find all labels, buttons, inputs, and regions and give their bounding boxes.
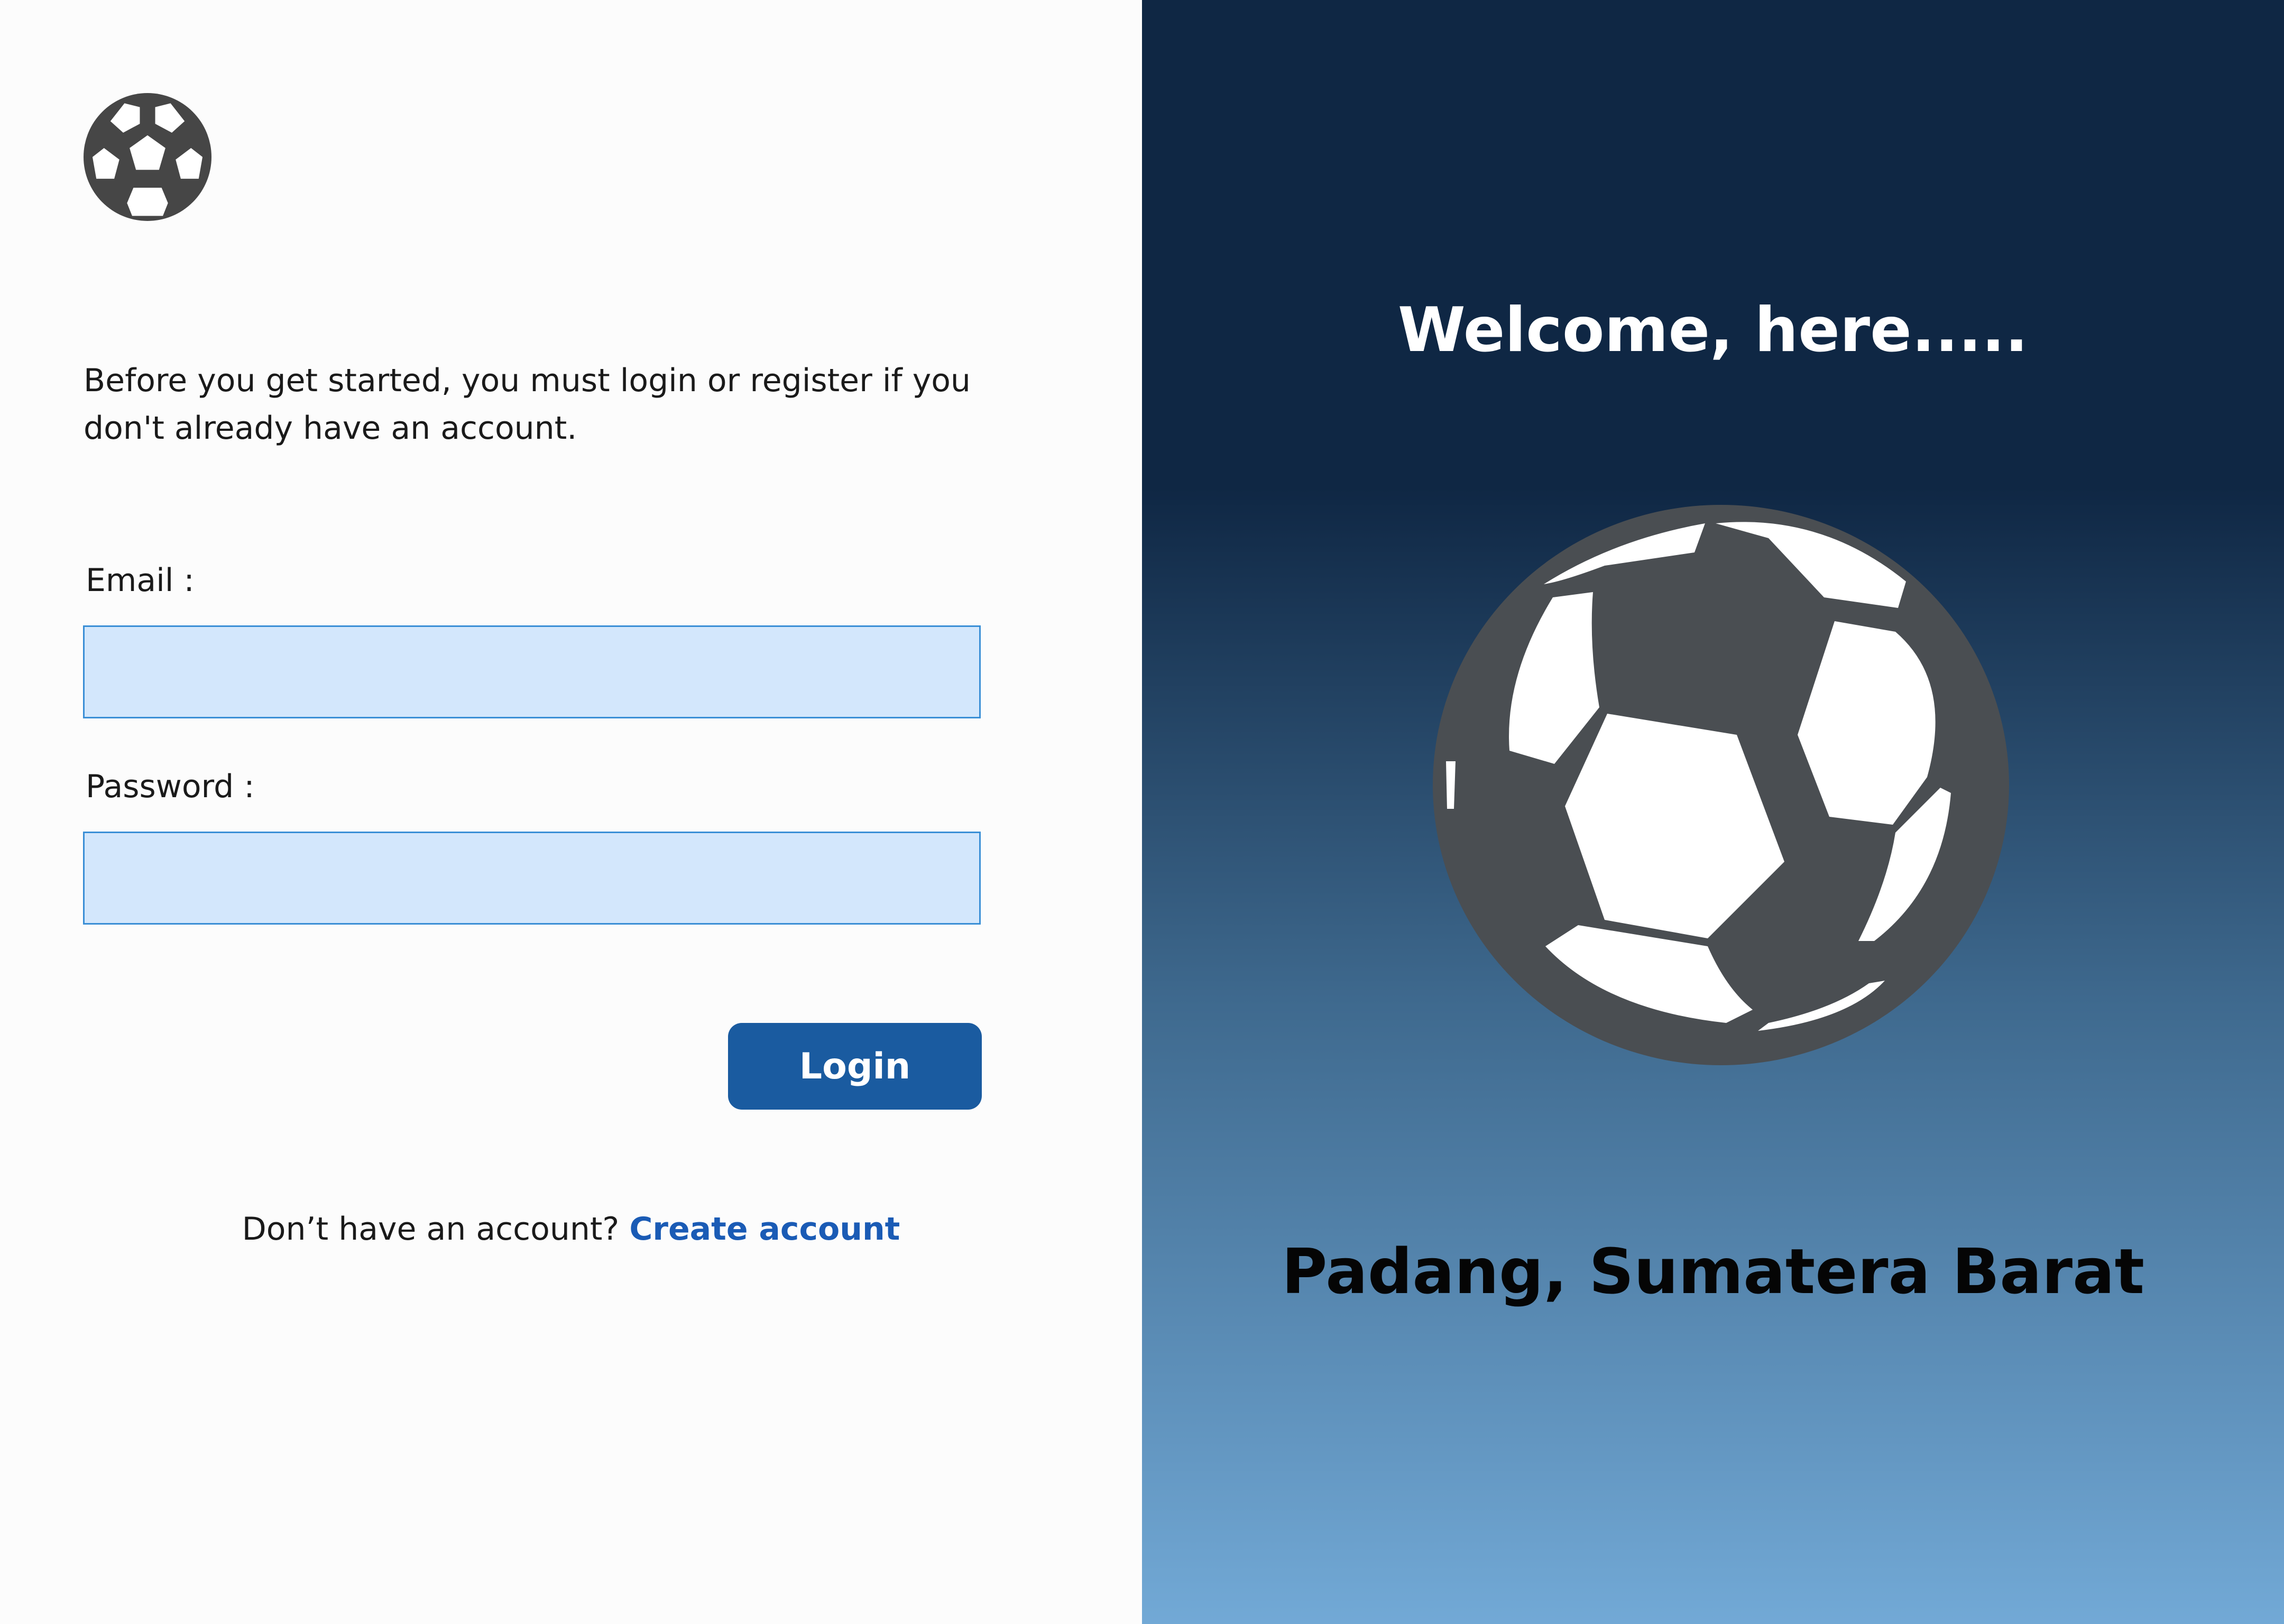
signup-prompt-text: Don’t have an account? xyxy=(242,1211,620,1248)
email-label: Email : xyxy=(86,562,195,599)
login-panel: Before you get started, you must login o… xyxy=(0,0,1142,1624)
password-field[interactable] xyxy=(83,832,981,925)
location-text: Padang, Sumatera Barat xyxy=(1281,1235,2145,1308)
email-field[interactable] xyxy=(83,625,981,718)
password-label: Password : xyxy=(86,768,255,805)
welcome-panel: Welcome, here..... Padang, Sumatera Bara… xyxy=(1142,0,2284,1624)
intro-text: Before you get started, you must login o… xyxy=(84,362,971,447)
signup-prompt: Don’t have an account? Create account xyxy=(0,1208,1142,1250)
create-account-link[interactable]: Create account xyxy=(629,1211,900,1248)
login-button[interactable]: Login xyxy=(728,1023,982,1110)
soccer-ball-illustration xyxy=(1433,505,2009,1065)
soccer-ball-icon xyxy=(84,93,211,221)
welcome-title: Welcome, here..... xyxy=(1397,294,2029,366)
